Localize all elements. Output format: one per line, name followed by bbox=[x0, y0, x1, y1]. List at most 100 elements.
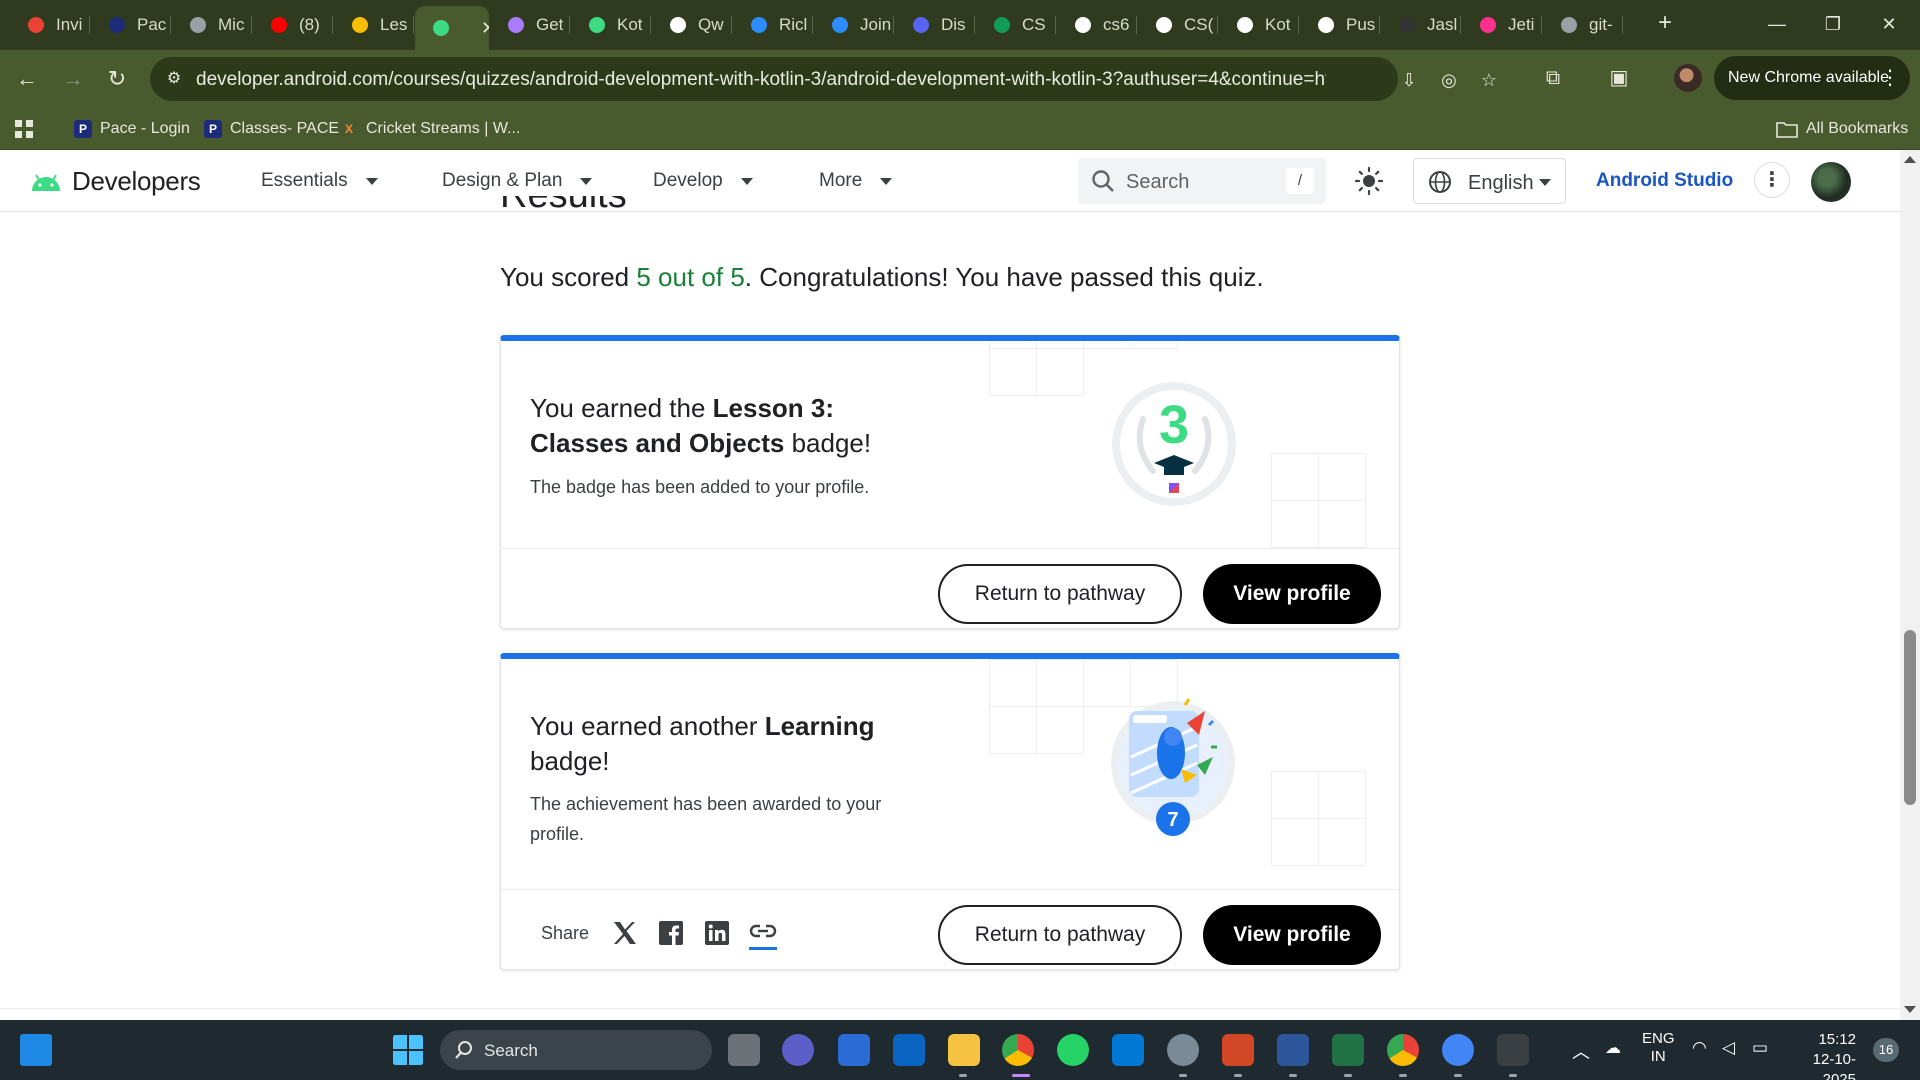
file-explorer-icon[interactable] bbox=[948, 1034, 980, 1066]
view-profile-button[interactable]: View profile bbox=[1203, 905, 1381, 965]
volume-icon[interactable]: ◁ bbox=[1722, 1038, 1735, 1058]
taskbar-search[interactable]: Search bbox=[440, 1030, 712, 1070]
back-icon[interactable]: ← bbox=[10, 62, 44, 96]
browser-tab[interactable]: (8) bbox=[253, 8, 333, 42]
browser-tab[interactable]: Invi bbox=[10, 8, 90, 42]
input-language-indicator[interactable]: ENG IN bbox=[1642, 1030, 1675, 1066]
extensions-icon[interactable]: ⧉ bbox=[1538, 63, 1568, 93]
bookmark-star-icon[interactable]: ☆ bbox=[1476, 67, 1502, 93]
tray-chevron-icon[interactable]: ︿ bbox=[1572, 1038, 1590, 1064]
windows-start-icon[interactable] bbox=[392, 1034, 424, 1066]
scrollbar-thumb[interactable] bbox=[1904, 630, 1916, 805]
close-window-button[interactable]: ✕ bbox=[1866, 8, 1912, 40]
browser-tab[interactable]: git- bbox=[1543, 8, 1623, 42]
excel-icon[interactable] bbox=[1332, 1034, 1364, 1066]
nav-essentials[interactable]: Essentials bbox=[261, 170, 378, 192]
minimize-button[interactable]: — bbox=[1754, 8, 1800, 40]
view-profile-button[interactable]: View profile bbox=[1203, 564, 1381, 624]
theme-toggle-icon[interactable] bbox=[1354, 166, 1384, 196]
badge-description: The badge has been added to your profile… bbox=[530, 477, 870, 497]
bookmark-pace-login[interactable]: P Pace - Login bbox=[74, 116, 190, 142]
more-options-icon[interactable]: ⋮ bbox=[1754, 162, 1790, 198]
openai-icon bbox=[1235, 15, 1255, 35]
browser-tab[interactable]: CS( bbox=[1138, 8, 1218, 42]
settings-icon[interactable] bbox=[1167, 1034, 1199, 1066]
browser-tab[interactable]: Jasl bbox=[1381, 8, 1461, 42]
bookmark-label: Classes- PACE bbox=[230, 120, 340, 137]
browser-tab[interactable]: cs6 bbox=[1057, 8, 1137, 42]
site-info-icon[interactable]: ⚙ bbox=[162, 67, 186, 91]
close-tab-icon[interactable]: ✕ bbox=[481, 18, 489, 39]
android-studio-icon[interactable] bbox=[1442, 1034, 1474, 1066]
word-icon[interactable] bbox=[1277, 1034, 1309, 1066]
browser-tab[interactable]: CS bbox=[976, 8, 1056, 42]
url-text[interactable]: developer.android.com/courses/quizzes/an… bbox=[196, 69, 1326, 91]
tab-separator bbox=[1541, 16, 1542, 34]
chrome-profile-icon[interactable] bbox=[1387, 1034, 1419, 1066]
clock[interactable]: 15:12 12-10-2025 bbox=[1792, 1030, 1856, 1080]
browser-tab[interactable]: Jeti bbox=[1462, 8, 1542, 42]
task-view-icon[interactable] bbox=[728, 1034, 760, 1066]
new-chrome-available-button[interactable]: New Chrome available ⋮ bbox=[1714, 56, 1910, 100]
tab-title: Qw bbox=[698, 15, 724, 34]
tracking-protection-icon[interactable]: ◎ bbox=[1436, 67, 1462, 93]
user-avatar[interactable] bbox=[1811, 162, 1851, 202]
all-bookmarks-button[interactable]: All Bookmarks bbox=[1776, 116, 1908, 142]
browser-tab[interactable]: Qw bbox=[652, 8, 732, 42]
browser-tab[interactable]: Les bbox=[334, 8, 414, 42]
powerpoint-icon[interactable] bbox=[1222, 1034, 1254, 1066]
bookmark-cricket-streams[interactable]: X Cricket Streams | W... bbox=[340, 116, 520, 142]
browser-tab[interactable]: Kot bbox=[1219, 8, 1299, 42]
active-indicator bbox=[1012, 1074, 1030, 1077]
gmail-icon bbox=[26, 15, 46, 35]
whatsapp-icon[interactable] bbox=[1057, 1034, 1089, 1066]
scroll-up-arrow-icon[interactable] bbox=[1904, 156, 1916, 163]
media-controls-icon[interactable]: ▣ bbox=[1604, 63, 1634, 93]
browser-tab[interactable]: Pac bbox=[91, 8, 171, 42]
apps-grid-icon[interactable] bbox=[14, 116, 34, 142]
browser-tab[interactable]: Kot bbox=[571, 8, 651, 42]
address-bar[interactable]: ⚙ developer.android.com/courses/quizzes/… bbox=[150, 57, 1497, 101]
reload-icon[interactable]: ↻ bbox=[100, 62, 134, 96]
browser-tab[interactable]: Ricl bbox=[733, 8, 813, 42]
vscode-icon[interactable] bbox=[1112, 1034, 1144, 1066]
linkedin-icon[interactable] bbox=[703, 919, 731, 947]
chrome-menu-icon[interactable]: ⋮ bbox=[1880, 56, 1900, 100]
wifi-icon[interactable]: ◠ bbox=[1692, 1038, 1707, 1058]
widgets-icon[interactable] bbox=[20, 1034, 52, 1066]
microsoft-store-icon[interactable] bbox=[838, 1034, 870, 1066]
battery-icon[interactable]: ▭ bbox=[1752, 1038, 1768, 1058]
outlook-icon[interactable] bbox=[893, 1034, 925, 1066]
facebook-icon[interactable] bbox=[657, 919, 685, 947]
scroll-down-arrow-icon[interactable] bbox=[1904, 1006, 1916, 1013]
install-app-icon[interactable]: ⇩ bbox=[1396, 67, 1422, 93]
android-studio-link[interactable]: Android Studio bbox=[1596, 170, 1733, 192]
language-selector[interactable]: English bbox=[1413, 158, 1566, 204]
bookmark-classes-pace[interactable]: P Classes- PACE bbox=[204, 116, 339, 142]
nav-more[interactable]: More bbox=[819, 170, 893, 192]
site-search-input[interactable]: Search / bbox=[1078, 158, 1326, 204]
browser-tab[interactable]: ✕ bbox=[415, 6, 489, 50]
nav-develop[interactable]: Develop bbox=[653, 170, 753, 192]
browser-tab[interactable]: Pus bbox=[1300, 8, 1380, 42]
browser-tab[interactable]: Get bbox=[490, 8, 570, 42]
teams-chat-icon[interactable] bbox=[782, 1034, 814, 1066]
browser-tab[interactable]: Join bbox=[814, 8, 894, 42]
x-twitter-icon[interactable] bbox=[611, 919, 639, 947]
browser-tab[interactable]: Dis bbox=[895, 8, 975, 42]
developers-logo[interactable]: Developers bbox=[30, 166, 201, 197]
return-to-pathway-button[interactable]: Return to pathway bbox=[938, 564, 1182, 624]
chrome-icon[interactable] bbox=[1002, 1034, 1034, 1066]
nav-design-plan[interactable]: Design & Plan bbox=[442, 170, 593, 192]
onedrive-icon[interactable]: ☁ bbox=[1605, 1038, 1621, 1058]
return-to-pathway-button[interactable]: Return to pathway bbox=[938, 905, 1182, 965]
restore-button[interactable]: ❐ bbox=[1810, 8, 1856, 40]
browser-tab[interactable]: Mic bbox=[172, 8, 252, 42]
copy-link-icon[interactable] bbox=[749, 916, 778, 950]
forward-icon[interactable]: → bbox=[56, 62, 90, 96]
page-scrollbar[interactable] bbox=[1900, 150, 1920, 1020]
new-tab-button[interactable]: + bbox=[1652, 10, 1678, 36]
chrome-profile-avatar[interactable] bbox=[1674, 64, 1702, 92]
notification-badge[interactable]: 16 bbox=[1873, 1038, 1899, 1062]
terminal-icon[interactable] bbox=[1497, 1034, 1529, 1066]
